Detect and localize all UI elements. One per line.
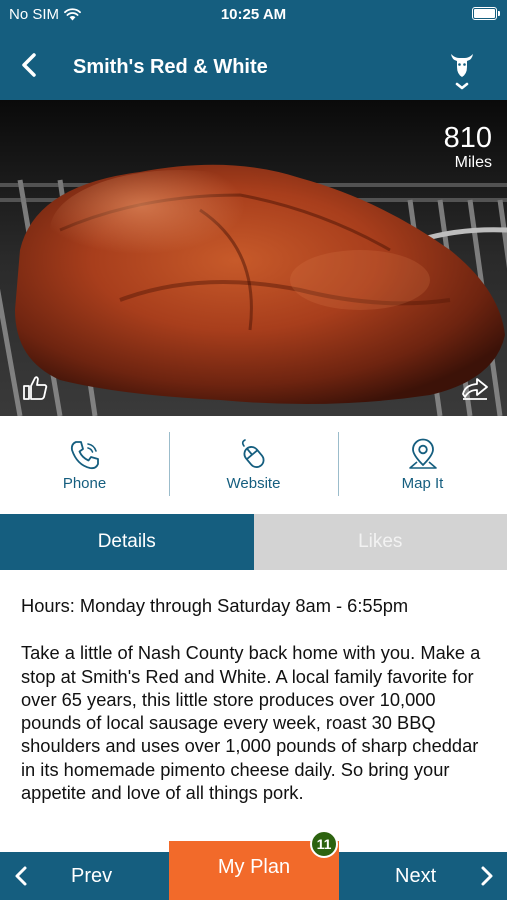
status-bar: No SIM 10:25 AM: [0, 0, 507, 30]
prev-button[interactable]: Prev: [0, 852, 169, 900]
contact-actions: Phone Website Map It: [0, 416, 507, 514]
tab-bar: Details Likes: [0, 514, 507, 570]
prev-label: Prev: [71, 865, 113, 887]
tab-likes[interactable]: Likes: [253, 514, 507, 570]
page-title: Smith's Red & White: [73, 56, 268, 78]
bull-logo-menu-icon[interactable]: [447, 50, 477, 96]
map-it-button[interactable]: Map It: [338, 416, 507, 514]
phone-label: Phone: [62, 475, 107, 492]
map-it-label: Map It: [401, 475, 444, 492]
next-button[interactable]: Next: [338, 852, 507, 900]
phone-icon: [70, 441, 99, 470]
chevron-left-icon: [15, 866, 27, 886]
tab-details[interactable]: Details: [0, 514, 254, 570]
status-time: 10:25 AM: [220, 6, 287, 23]
back-chevron-icon[interactable]: [14, 50, 44, 80]
hero-image: 810 Miles: [0, 100, 507, 416]
mouse-icon: [241, 439, 264, 468]
thumbs-up-icon[interactable]: [20, 372, 50, 402]
share-arrow-icon[interactable]: [460, 372, 490, 402]
distance-indicator: 810 Miles: [444, 122, 492, 172]
map-pin-icon: [408, 438, 437, 469]
phone-button[interactable]: Phone: [0, 416, 169, 514]
chevron-right-icon: [481, 866, 493, 886]
smoked-meat-photo: [0, 100, 507, 416]
battery-icon: [472, 7, 500, 20]
my-plan-label: My Plan: [217, 856, 291, 878]
plan-count-badge: 11: [310, 830, 338, 858]
nav-bar: Smith's Red & White: [0, 30, 507, 100]
distance-value: 810: [443, 122, 492, 154]
details-content: Hours: Monday through Saturday 8am - 6:5…: [21, 594, 491, 804]
distance-unit: Miles: [454, 154, 492, 171]
description-text: Take a little of Nash County back home w…: [21, 642, 481, 804]
next-label: Next: [395, 865, 437, 887]
website-label: Website: [226, 475, 281, 492]
website-button[interactable]: Website: [169, 416, 338, 514]
hours-text: Hours: Monday through Saturday 8am - 6:5…: [21, 595, 409, 616]
